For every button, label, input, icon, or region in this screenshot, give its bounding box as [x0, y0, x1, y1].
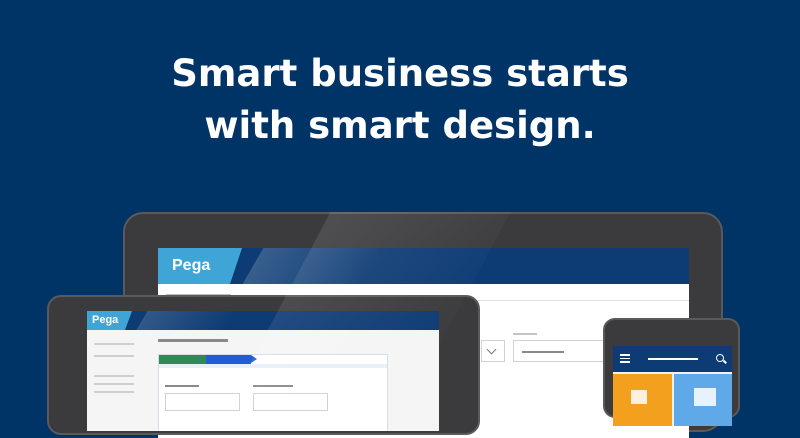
phone-title-placeholder: [648, 358, 698, 360]
phone-header-bar: [613, 346, 732, 372]
search-icon[interactable]: [716, 354, 724, 362]
headline-line-2: with smart design.: [204, 104, 596, 147]
laptop-header-sheen: [242, 248, 384, 284]
tablet-nav-item[interactable]: [94, 343, 134, 345]
hero-headline: Smart business starts with smart design.: [0, 48, 800, 152]
tablet-nav-item[interactable]: [94, 383, 134, 385]
tablet-nav-item[interactable]: [94, 375, 134, 377]
document-icon: [631, 390, 647, 404]
form-input-field[interactable]: [165, 393, 240, 411]
laptop-header-bar: Pega: [158, 248, 689, 284]
tablet-header-bar: Pega: [87, 311, 439, 330]
tablet-panel-title-placeholder: [158, 339, 228, 342]
progress-step-completed[interactable]: [159, 355, 206, 364]
headline-line-1: Smart business starts: [171, 52, 629, 95]
tablet-screen: Pega: [87, 311, 439, 431]
phone-device: [603, 318, 740, 426]
hamburger-menu-icon[interactable]: [620, 354, 630, 363]
files-stack-icon: [694, 388, 716, 406]
laptop-field-label-placeholder: [513, 333, 537, 335]
phone-screen: [613, 346, 732, 426]
laptop-dropdown-chevron[interactable]: [481, 340, 505, 362]
form-input-field[interactable]: [253, 393, 328, 411]
progress-underline: [159, 364, 387, 368]
laptop-select-value-placeholder: [522, 351, 564, 353]
phone-tile-files[interactable]: [674, 374, 732, 426]
laptop-select-field[interactable]: [513, 340, 608, 362]
tablet-pega-logo[interactable]: Pega: [87, 311, 132, 330]
form-label-placeholder: [165, 385, 199, 387]
tablet-header-sheen: [136, 311, 238, 330]
tablet-nav-item[interactable]: [94, 391, 134, 393]
tablet-device: Pega: [47, 295, 480, 435]
tablet-form-panel: [158, 354, 388, 431]
phone-tile-documents[interactable]: [613, 374, 672, 426]
laptop-pega-logo[interactable]: Pega: [158, 248, 242, 284]
progress-step-active[interactable]: [206, 355, 257, 364]
tablet-nav-item[interactable]: [94, 355, 134, 357]
form-label-placeholder: [253, 385, 293, 387]
